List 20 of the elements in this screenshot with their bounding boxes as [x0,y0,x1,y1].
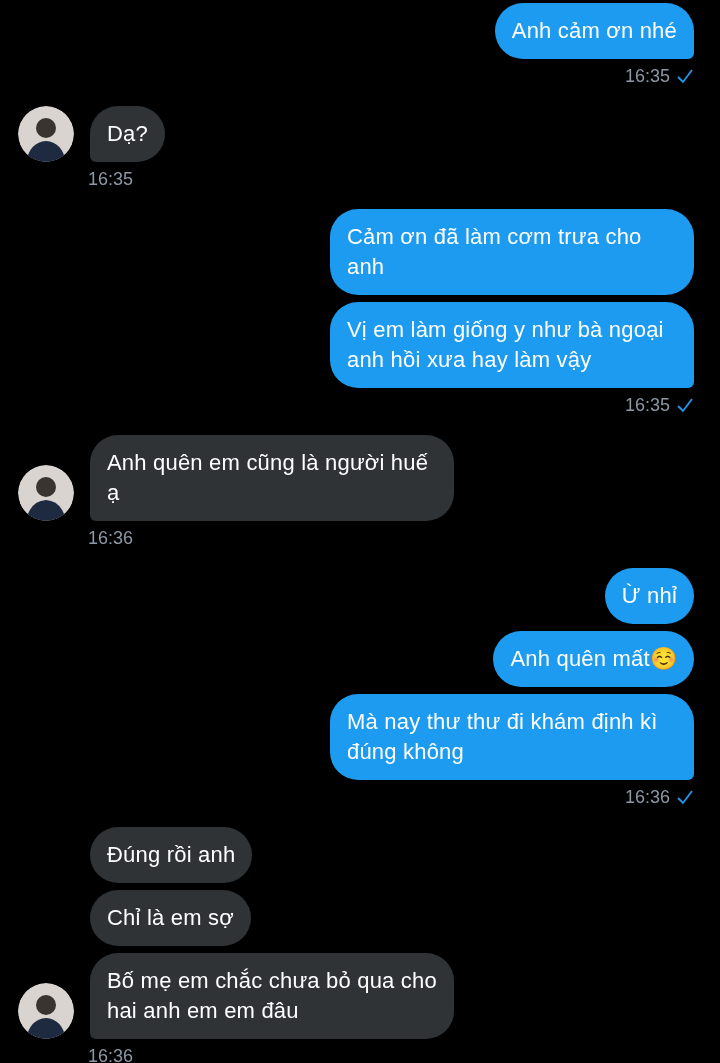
avatar[interactable] [18,983,74,1039]
message-bubble: Dạ? [90,106,165,162]
message-bubble: Cảm ơn đã làm cơm trưa cho anh [330,209,694,295]
timestamp: 16:35 [88,168,134,191]
timestamp: 16:35 [624,65,670,88]
message-bubble: Mà nay thư thư đi khám định kì đúng không [330,694,694,780]
avatar[interactable] [18,106,74,162]
timestamp: 16:36 [88,527,134,550]
timestamp: 16:35 [624,394,670,417]
message-bubble: Bố mẹ em chắc chưa bỏ qua cho hai anh em em đâu [90,953,454,1039]
message-bubble: Ừ nhỉ [604,568,694,624]
avatar[interactable] [18,465,74,521]
message-bubble: Anh cảm ơn nhé [494,3,694,59]
message-bubble: Anh quên mất☺ [493,631,694,687]
timestamp: 16:36 [624,786,670,809]
timestamp: 16:36 [88,1045,134,1063]
message-bubble: Anh quên em cũng là người huế ạ [90,435,454,521]
message-bubble: Vị em làm giống y như bà ngoại anh hồi xưa hay làm vậy [330,302,694,388]
message-bubble: Đúng rồi anh [90,827,253,883]
message-bubble: Chỉ là em sợ [90,890,251,946]
